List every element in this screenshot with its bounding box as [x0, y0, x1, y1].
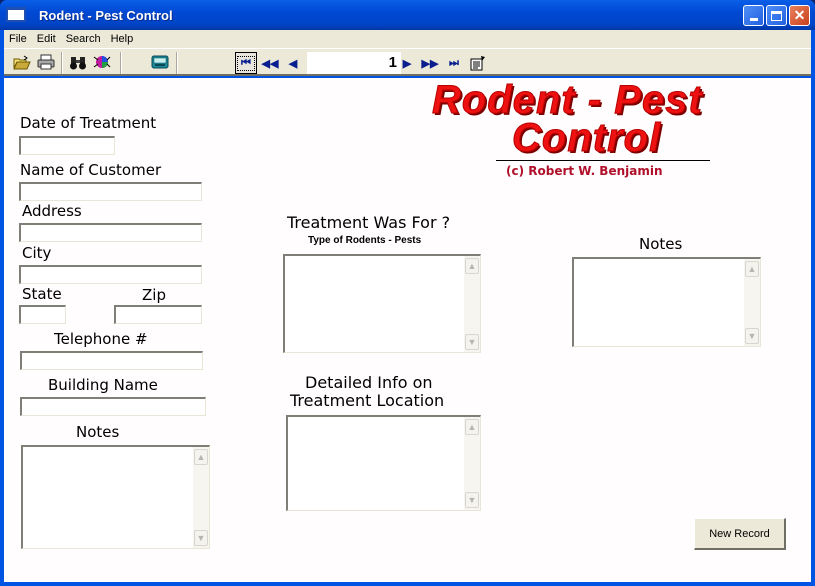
notes-left-textarea[interactable]: ▲ ▼	[21, 445, 210, 549]
detailed-info-label-line1: Detailed Info on	[305, 373, 433, 392]
last-record-icon: ⏭	[449, 56, 459, 69]
window-title: Rodent - Pest Control	[39, 8, 173, 23]
scroll-down-arrow-icon[interactable]: ▼	[194, 530, 208, 546]
next-page-button[interactable]: ▶▶	[419, 52, 441, 74]
properties-button[interactable]	[467, 52, 489, 74]
state-label: State	[22, 285, 62, 303]
treatment-for-textarea[interactable]: ▲ ▼	[283, 254, 481, 353]
find-binoculars-icon[interactable]	[68, 53, 88, 71]
toolbar: ⏮ ◀◀ ◀ 1 ▶ ▶▶ ⏭	[4, 48, 811, 76]
app-window: Rodent - Pest Control ✕ File Edit Search…	[0, 0, 815, 586]
treatment-for-label: Treatment Was For ?	[287, 213, 451, 232]
scroll-up-arrow-icon[interactable]: ▲	[465, 419, 479, 435]
name-of-customer-label: Name of Customer	[20, 161, 162, 179]
close-button[interactable]: ✕	[789, 5, 810, 26]
menu-file[interactable]: File	[4, 33, 32, 45]
rewind-icon: ◀◀	[261, 57, 279, 70]
logo-credit: (c) Robert W. Benjamin	[506, 164, 663, 178]
city-label: City	[22, 244, 52, 262]
close-icon: ✕	[793, 7, 806, 23]
minimize-button[interactable]	[743, 5, 764, 26]
next-icon: ▶	[402, 57, 412, 70]
scroll-up-arrow-icon[interactable]: ▲	[194, 449, 208, 465]
telephone-label: Telephone #	[54, 330, 148, 348]
toolbar-separator	[176, 52, 178, 74]
notes-right-label: Notes	[639, 235, 683, 253]
new-record-button[interactable]: New Record	[694, 518, 786, 550]
zip-field[interactable]	[114, 305, 202, 324]
vertical-scrollbar[interactable]: ▲ ▼	[464, 256, 480, 352]
detailed-info-label-line2: Treatment Location	[290, 391, 445, 410]
properties-icon	[470, 56, 485, 71]
building-name-label: Building Name	[48, 376, 158, 394]
date-of-treatment-label: Date of Treatment	[20, 114, 157, 132]
address-field[interactable]	[19, 223, 202, 242]
minimize-icon	[749, 18, 758, 21]
form-area: Rodent - Pest Control (c) Robert W. Benj…	[4, 78, 811, 582]
menu-edit[interactable]: Edit	[32, 33, 61, 45]
vertical-scrollbar[interactable]: ▲ ▼	[744, 259, 760, 346]
logo-title-line2: Control	[511, 116, 662, 161]
state-field[interactable]	[19, 305, 66, 324]
fast-forward-icon: ▶▶	[421, 57, 439, 70]
menu-bar: File Edit Search Help	[4, 30, 811, 48]
menu-search[interactable]: Search	[61, 33, 106, 45]
scroll-down-arrow-icon[interactable]: ▼	[465, 492, 479, 508]
logo-divider	[496, 160, 710, 161]
treatment-for-sublabel: Type of Rodents - Pests	[308, 235, 422, 246]
last-record-button[interactable]: ⏭	[443, 52, 465, 74]
title-bar[interactable]: Rodent - Pest Control ✕	[0, 0, 815, 30]
scroll-up-arrow-icon[interactable]: ▲	[745, 261, 759, 277]
app-icon	[6, 7, 26, 22]
calculator-icon[interactable]	[150, 53, 170, 71]
scroll-down-arrow-icon[interactable]: ▼	[465, 334, 479, 350]
toolbar-separator	[61, 52, 63, 74]
first-record-button[interactable]: ⏮	[235, 52, 257, 74]
address-label: Address	[22, 202, 82, 220]
scroll-up-arrow-icon[interactable]: ▲	[465, 258, 479, 274]
menu-help[interactable]: Help	[106, 33, 139, 45]
previous-record-button[interactable]: ◀	[282, 52, 304, 74]
city-field[interactable]	[19, 265, 202, 284]
notes-left-label: Notes	[76, 423, 120, 441]
zip-label: Zip	[142, 286, 166, 304]
customer-name-field[interactable]	[19, 182, 202, 201]
date-of-treatment-field[interactable]	[19, 136, 115, 155]
pest-icon[interactable]	[92, 53, 112, 71]
toolbar-separator	[120, 52, 122, 74]
open-folder-icon[interactable]	[12, 53, 32, 71]
building-name-field[interactable]	[20, 397, 206, 416]
notes-right-textarea[interactable]: ▲ ▼	[572, 257, 761, 347]
print-icon[interactable]	[36, 53, 56, 71]
previous-icon: ◀	[288, 57, 298, 70]
detailed-info-textarea[interactable]: ▲ ▼	[286, 415, 481, 511]
vertical-scrollbar[interactable]: ▲ ▼	[464, 417, 480, 510]
telephone-field[interactable]	[20, 351, 203, 370]
first-record-icon: ⏮	[237, 55, 255, 71]
next-record-button[interactable]: ▶	[396, 52, 418, 74]
maximize-icon	[771, 10, 782, 21]
scroll-down-arrow-icon[interactable]: ▼	[745, 328, 759, 344]
previous-page-button[interactable]: ◀◀	[259, 52, 281, 74]
maximize-button[interactable]	[766, 5, 787, 26]
vertical-scrollbar[interactable]: ▲ ▼	[193, 447, 209, 548]
record-number-field[interactable]: 1	[307, 52, 401, 74]
